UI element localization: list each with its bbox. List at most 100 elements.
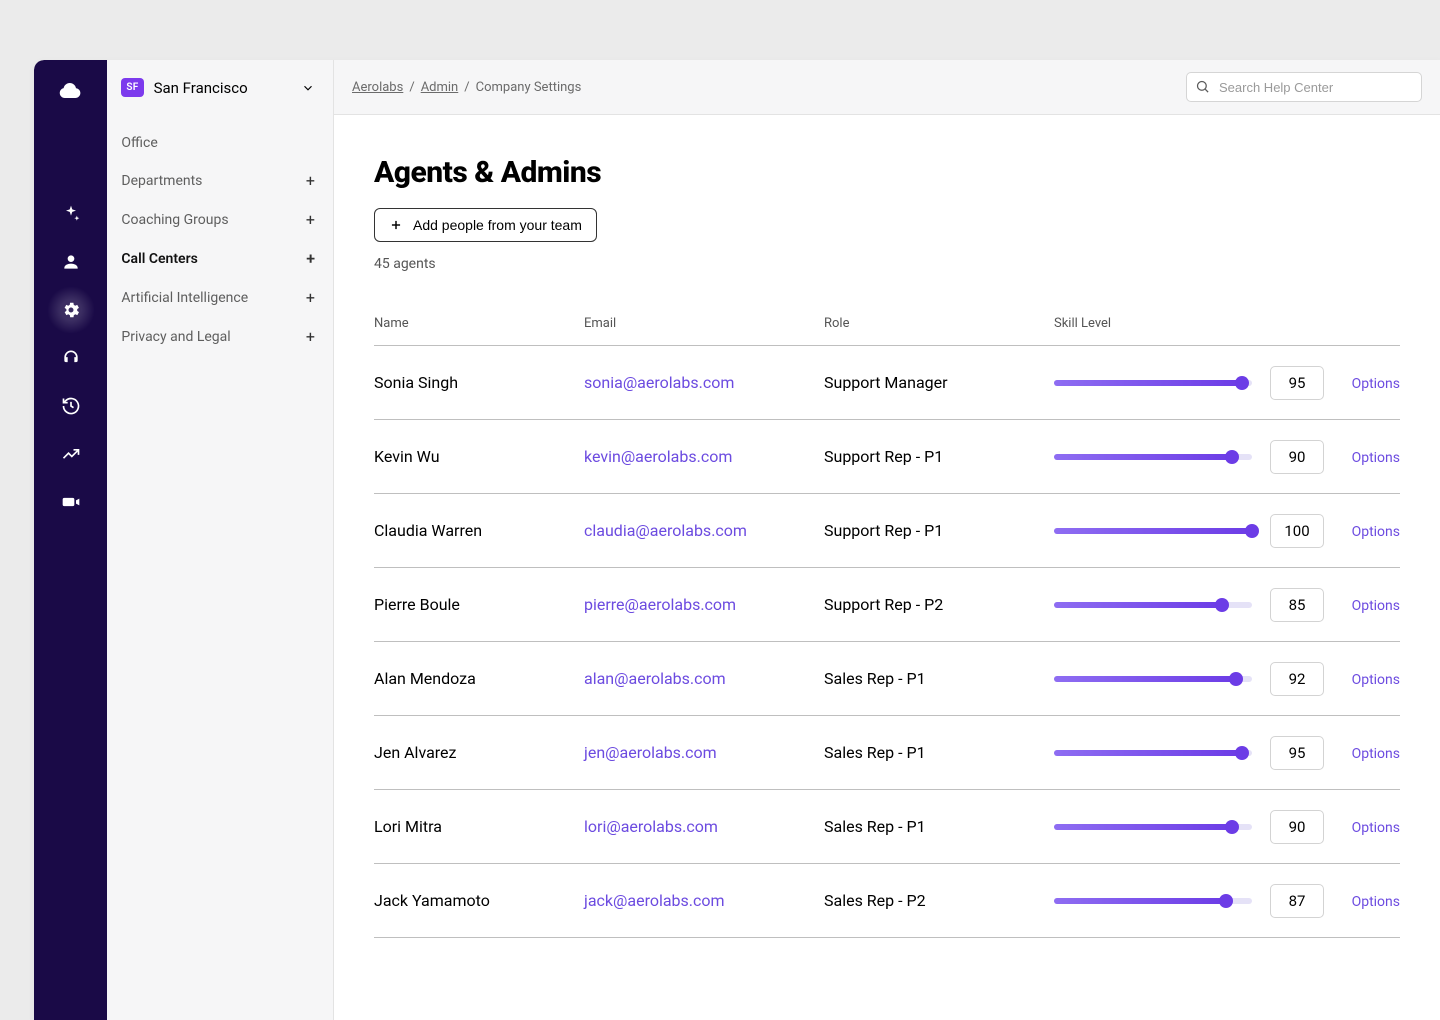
options-link[interactable]: Options: [1352, 820, 1400, 836]
options-cell: Options: [1324, 595, 1400, 614]
sidebar-item-label: Departments: [121, 173, 202, 189]
icon-rail: [34, 60, 107, 1020]
agent-role: Sales Rep - P1: [824, 743, 1054, 762]
agent-email: kevin@aerolabs.com: [584, 447, 824, 466]
email-link[interactable]: jack@aerolabs.com: [584, 891, 725, 910]
col-header-name: Name: [374, 316, 584, 331]
sidebar-item[interactable]: Artificial Intelligence+: [107, 278, 333, 317]
skill-cell: 87: [1054, 884, 1324, 918]
options-cell: Options: [1324, 447, 1400, 466]
agent-name: Pierre Boule: [374, 595, 584, 614]
table-row: Lori Mitralori@aerolabs.comSales Rep - P…: [374, 790, 1400, 864]
skill-value-input[interactable]: 95: [1270, 736, 1324, 770]
skill-slider[interactable]: [1054, 454, 1252, 460]
content: Agents & Admins Add people from your tea…: [334, 115, 1440, 1020]
agent-email: jen@aerolabs.com: [584, 743, 824, 762]
email-link[interactable]: claudia@aerolabs.com: [584, 521, 747, 540]
skill-value-input[interactable]: 90: [1270, 810, 1324, 844]
skill-slider[interactable]: [1054, 380, 1252, 386]
options-link[interactable]: Options: [1352, 672, 1400, 688]
skill-value-input[interactable]: 85: [1270, 588, 1324, 622]
plus-icon[interactable]: +: [306, 171, 315, 190]
gear-icon[interactable]: [47, 286, 95, 334]
table-row: Alan Mendozaalan@aerolabs.comSales Rep -…: [374, 642, 1400, 716]
skill-value-input[interactable]: 95: [1270, 366, 1324, 400]
main: Aerolabs / Admin / Company Settings Agen…: [334, 60, 1440, 1020]
plus-icon[interactable]: +: [306, 210, 315, 229]
email-link[interactable]: pierre@aerolabs.com: [584, 595, 736, 614]
trending-icon[interactable]: [47, 430, 95, 478]
breadcrumb: Aerolabs / Admin / Company Settings: [352, 80, 581, 95]
agent-name: Alan Mendoza: [374, 669, 584, 688]
plus-icon[interactable]: +: [306, 249, 315, 268]
email-link[interactable]: sonia@aerolabs.com: [584, 373, 734, 392]
col-header-email: Email: [584, 316, 824, 331]
search-icon: [1195, 79, 1210, 94]
breadcrumb-link[interactable]: Admin: [421, 80, 459, 95]
skill-value-input[interactable]: 100: [1270, 514, 1324, 548]
sidebar-item[interactable]: Coaching Groups+: [107, 200, 333, 239]
history-icon[interactable]: [47, 382, 95, 430]
app-logo-icon: [56, 78, 86, 108]
sidebar-item[interactable]: Call Centers +: [107, 239, 333, 278]
page-title: Agents & Admins: [374, 155, 1400, 190]
person-icon[interactable]: [47, 238, 95, 286]
app-window: SF San Francisco OfficeDepartments+Coach…: [34, 60, 1440, 1020]
email-link[interactable]: jen@aerolabs.com: [584, 743, 717, 762]
breadcrumb-link[interactable]: Aerolabs: [352, 80, 403, 95]
search-wrap: [1186, 72, 1422, 102]
skill-value-input[interactable]: 92: [1270, 662, 1324, 696]
add-people-label: Add people from your team: [413, 217, 582, 233]
skill-slider[interactable]: [1054, 824, 1252, 830]
skill-slider[interactable]: [1054, 898, 1252, 904]
options-link[interactable]: Options: [1352, 894, 1400, 910]
add-people-button[interactable]: Add people from your team: [374, 208, 597, 242]
email-link[interactable]: kevin@aerolabs.com: [584, 447, 732, 466]
sidebar: SF San Francisco OfficeDepartments+Coach…: [107, 60, 334, 1020]
skill-slider[interactable]: [1054, 602, 1252, 608]
skill-slider[interactable]: [1054, 750, 1252, 756]
chevron-down-icon: [301, 81, 315, 95]
sidebar-item[interactable]: Departments +: [107, 161, 333, 200]
skill-value-input[interactable]: 87: [1270, 884, 1324, 918]
email-link[interactable]: alan@aerolabs.com: [584, 669, 726, 688]
sidebar-list: OfficeDepartments+Coaching Groups+Call C…: [107, 115, 333, 366]
video-icon[interactable]: [47, 478, 95, 526]
plus-icon[interactable]: +: [306, 288, 315, 307]
location-switcher[interactable]: SF San Francisco: [107, 60, 333, 115]
skill-value-input[interactable]: 90: [1270, 440, 1324, 474]
sparkle-icon[interactable]: [47, 190, 95, 238]
agent-email: lori@aerolabs.com: [584, 817, 824, 836]
agent-name: Jen Alvarez: [374, 743, 584, 762]
options-cell: Options: [1324, 669, 1400, 688]
search-input[interactable]: [1186, 72, 1422, 102]
options-link[interactable]: Options: [1352, 746, 1400, 762]
table-row: Sonia Singhsonia@aerolabs.comSupport Man…: [374, 346, 1400, 420]
table-row: Kevin Wukevin@aerolabs.comSupport Rep - …: [374, 420, 1400, 494]
sidebar-item[interactable]: Privacy and Legal+: [107, 317, 333, 356]
options-link[interactable]: Options: [1352, 598, 1400, 614]
skill-cell: 92: [1054, 662, 1324, 696]
agent-role: Support Rep - P1: [824, 521, 1054, 540]
sidebar-item[interactable]: Office: [107, 125, 333, 161]
headset-icon[interactable]: [47, 334, 95, 382]
agent-name: Lori Mitra: [374, 817, 584, 836]
options-link[interactable]: Options: [1352, 376, 1400, 392]
table-header: Name Email Role Skill Level: [374, 316, 1400, 346]
plus-icon[interactable]: +: [306, 327, 315, 346]
agent-email: alan@aerolabs.com: [584, 669, 824, 688]
skill-slider[interactable]: [1054, 528, 1252, 534]
sidebar-item-label: Call Centers: [121, 251, 197, 267]
skill-slider[interactable]: [1054, 676, 1252, 682]
col-header-skill: Skill Level: [1054, 316, 1324, 331]
skill-cell: 95: [1054, 366, 1324, 400]
options-link[interactable]: Options: [1352, 524, 1400, 540]
sidebar-item-label: Office: [121, 135, 157, 151]
agents-table: Name Email Role Skill Level Sonia Singhs…: [374, 316, 1400, 938]
topbar: Aerolabs / Admin / Company Settings: [334, 60, 1440, 115]
email-link[interactable]: lori@aerolabs.com: [584, 817, 718, 836]
skill-cell: 100: [1054, 514, 1324, 548]
options-link[interactable]: Options: [1352, 450, 1400, 466]
agent-name: Sonia Singh: [374, 373, 584, 392]
agent-role: Support Rep - P2: [824, 595, 1054, 614]
